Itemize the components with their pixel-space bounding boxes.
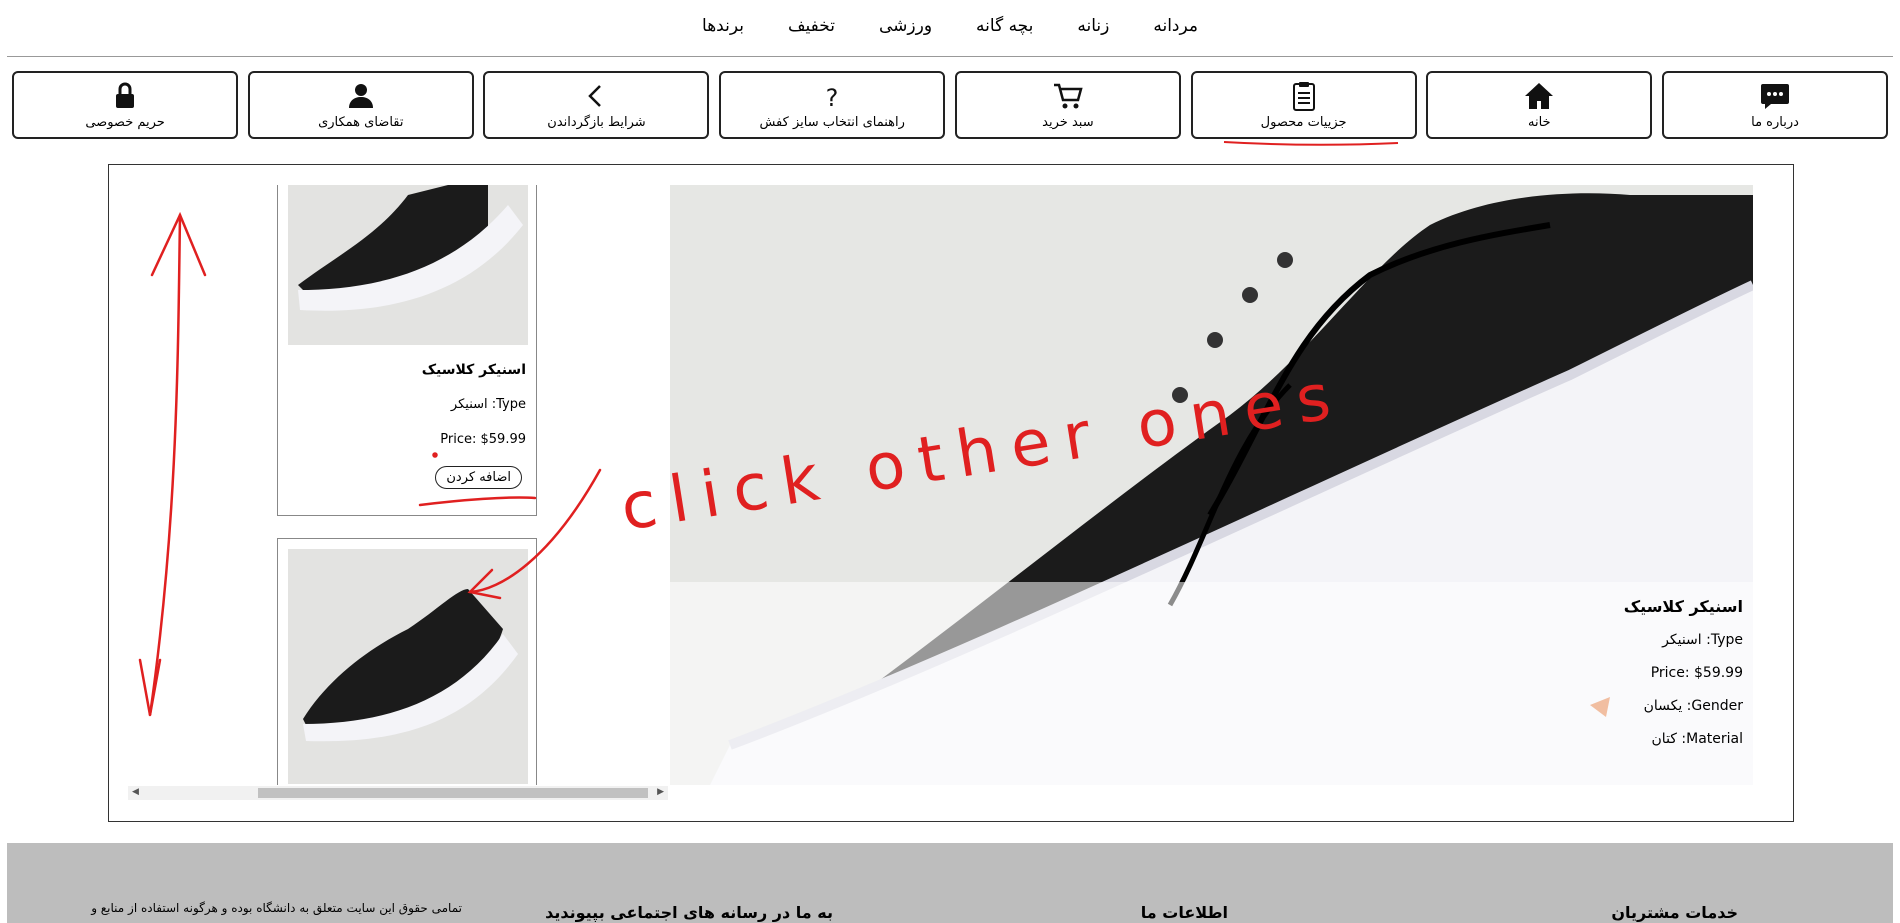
cart-button[interactable]: سبد خرید — [954, 71, 1181, 139]
product-details-button[interactable]: جزییات محصول — [1190, 71, 1417, 139]
product-thumbnail — [288, 185, 528, 345]
product-details-label: جزییات محصول — [1260, 115, 1347, 130]
hero-title: اسنیکر کلاسیک — [1623, 597, 1743, 616]
clipboard-icon — [1292, 82, 1315, 111]
privacy-button[interactable]: حریم خصوصی — [12, 71, 239, 139]
about-us-label: درباره ما — [1751, 115, 1799, 130]
hero-details: اسنیکر کلاسیک Type: اسنیکر Price: $59.99… — [1624, 597, 1743, 764]
user-icon — [348, 84, 373, 108]
horizontal-scrollbar[interactable]: ◀ ▶ — [128, 786, 668, 800]
icon-nav: درباره ما خانه جزییات محصول سبد خرید ? ر… — [12, 71, 1888, 139]
footer-social: به ما در رسانه های اجتماعی بپیوندید — [545, 903, 833, 922]
nav-kids[interactable]: بچه گانه — [976, 16, 1033, 44]
product-price: Price: $59.99 — [440, 432, 526, 447]
size-guide-label: راهنمای انتخاب سایز کفش — [759, 115, 905, 130]
category-nav: مردانه زنانه بچه گانه ورزشی تخفیف برندها — [0, 16, 1900, 44]
scroll-left-icon[interactable]: ◀ — [132, 787, 139, 797]
hero-gender: Gender: یکسان — [1643, 698, 1743, 714]
about-us-button[interactable]: درباره ما — [1662, 71, 1888, 139]
home-label: خانه — [1528, 115, 1551, 130]
annotation-underline — [1223, 141, 1399, 146]
cart-label: سبد خرید — [1042, 115, 1094, 130]
product-carousel[interactable]: اسنیکر کلاسیک Type: اسنیکر Price: $59.99… — [128, 185, 668, 785]
footer-about-us: اطلاعات ما — [1140, 903, 1228, 922]
hero-info-overlay: اسنیکر کلاسیک Type: اسنیکر Price: $59.99… — [670, 582, 1753, 785]
product-card[interactable]: اسنیکر کلاسیک Type: اسنیکر Price: $59.99… — [277, 185, 537, 516]
product-type: Type: اسنیکر — [450, 397, 526, 412]
footer-copyright: تمامی حقوق این سایت متعلق به دانشگاه بود… — [91, 901, 462, 915]
cart-icon — [1053, 83, 1083, 109]
footer-customer-services: خدمات مشتریان — [1611, 903, 1738, 922]
nav-women[interactable]: زنانه — [1077, 16, 1109, 44]
return-policy-label: شرایط بازگرداندن — [547, 115, 646, 130]
chevron-left-icon — [588, 85, 602, 107]
nav-sports[interactable]: ورزشی — [879, 16, 932, 44]
divider — [7, 56, 1893, 57]
return-policy-button[interactable]: شرایط بازگرداندن — [483, 71, 710, 139]
size-guide-button[interactable]: ? راهنمای انتخاب سایز کفش — [719, 71, 946, 139]
cooperation-button[interactable]: تقاضای همکاری — [247, 71, 474, 139]
nav-men[interactable]: مردانه — [1153, 16, 1198, 44]
product-title: اسنیکر کلاسیک — [421, 362, 526, 378]
scrollbar-thumb[interactable] — [258, 788, 648, 798]
product-thumbnail — [288, 549, 528, 784]
footer: خدمات مشتریان اطلاعات ما به ما در رسانه … — [7, 843, 1893, 923]
sneaker-thumb-image — [288, 185, 528, 345]
cooperation-label: تقاضای همکاری — [318, 115, 404, 130]
svg-text:?: ? — [826, 84, 839, 112]
hero-price: Price: $59.99 — [1650, 665, 1743, 681]
sneaker-thumb-image — [288, 549, 528, 784]
hero-type: Type: اسنیکر — [1662, 632, 1743, 648]
nav-brands[interactable]: برندها — [702, 16, 744, 44]
question-icon: ? — [826, 84, 839, 112]
nav-discount[interactable]: تخفیف — [788, 16, 835, 44]
privacy-label: حریم خصوصی — [85, 115, 165, 130]
hero-product[interactable]: اسنیکر کلاسیک Type: اسنیکر Price: $59.99… — [670, 185, 1753, 785]
home-button[interactable]: خانه — [1426, 71, 1653, 139]
chat-icon — [1761, 84, 1789, 109]
home-icon — [1525, 83, 1554, 109]
scroll-right-icon[interactable]: ▶ — [657, 787, 664, 797]
lock-icon — [116, 82, 135, 108]
product-card[interactable] — [277, 538, 537, 785]
add-to-cart-button[interactable]: اضافه کردن — [435, 466, 522, 489]
hero-material: Material: کتان — [1651, 731, 1743, 747]
